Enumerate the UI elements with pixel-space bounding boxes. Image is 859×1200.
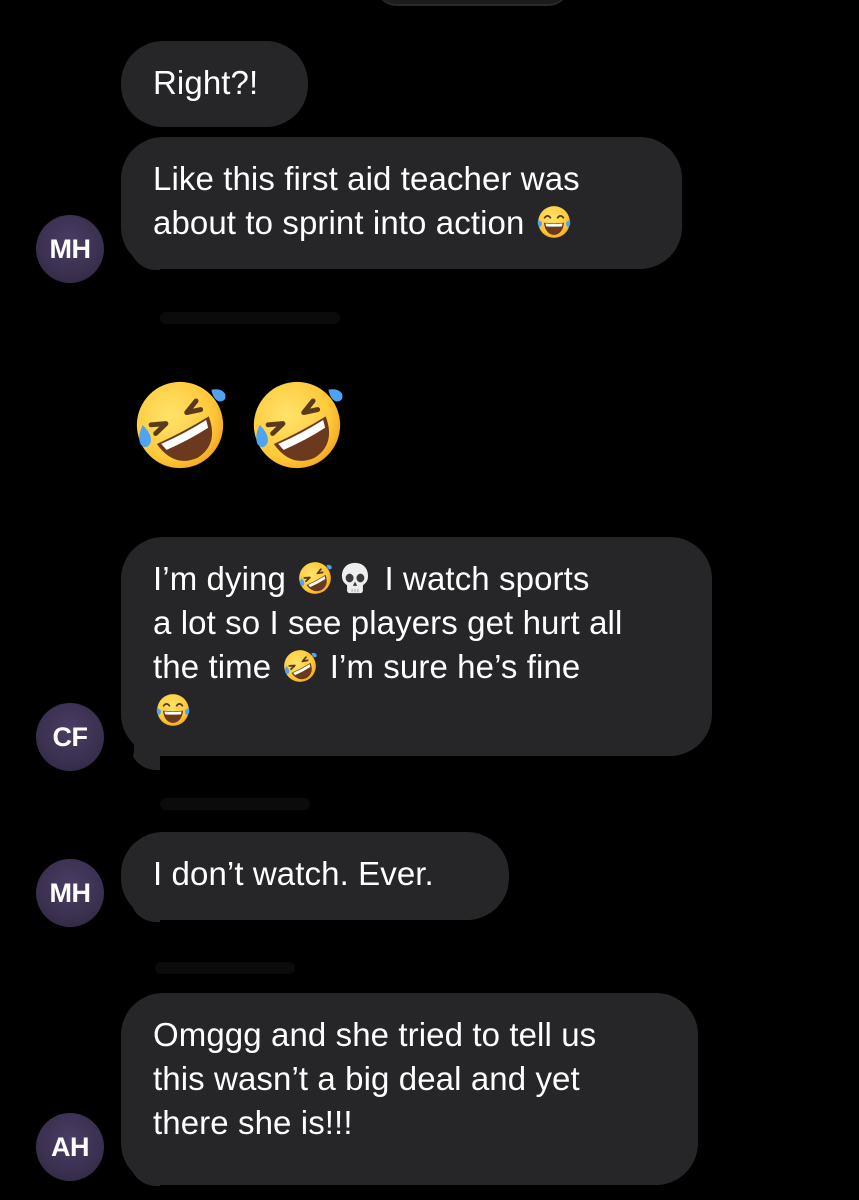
rolling-on-floor-laughing-icon: [282, 648, 318, 684]
timestamp-label: [160, 312, 340, 324]
message-text: this wasn’t a big deal and yet: [153, 1060, 580, 1097]
message-text: I don’t watch. Ever.: [153, 855, 434, 892]
message-bubble[interactable]: I’m dying I watch sports a lot so I see …: [121, 537, 712, 756]
message-text: there she is!!!: [153, 1104, 353, 1141]
message-text: Right?!: [153, 64, 259, 101]
message-text: I watch sports: [384, 560, 590, 597]
previous-message-fragment: [375, 0, 570, 6]
message-text: the time: [153, 648, 272, 685]
message-bubble[interactable]: Like this first aid teacher was about to…: [121, 137, 682, 269]
message-text: Omggg and she tried to tell us: [153, 1016, 597, 1053]
face-with-tears-of-joy-icon: [155, 692, 191, 728]
avatar[interactable]: AH: [36, 1113, 104, 1181]
message-text: I’m sure he’s fine: [329, 648, 581, 685]
message-text: about to sprint into action: [153, 204, 525, 241]
message-text: Like this first aid teacher was: [153, 160, 580, 197]
timestamp-label: [155, 962, 295, 974]
message-bubble[interactable]: I don’t watch. Ever.: [121, 832, 509, 920]
skull-icon: [337, 560, 373, 596]
avatar[interactable]: CF: [36, 703, 104, 771]
message-text: a lot so I see players get hurt all: [153, 604, 623, 641]
avatar[interactable]: MH: [36, 859, 104, 927]
timestamp-label: [160, 798, 310, 810]
message-text: I’m dying: [153, 560, 286, 597]
avatar[interactable]: MH: [36, 215, 104, 283]
message-bubble[interactable]: Right?!: [121, 41, 308, 127]
rolling-on-floor-laughing-icon[interactable]: [248, 376, 346, 474]
message-bubble[interactable]: Omggg and she tried to tell us this wasn…: [121, 993, 698, 1185]
rolling-on-floor-laughing-icon: [297, 560, 333, 596]
face-with-tears-of-joy-icon: [536, 204, 572, 240]
rolling-on-floor-laughing-icon[interactable]: [131, 376, 229, 474]
